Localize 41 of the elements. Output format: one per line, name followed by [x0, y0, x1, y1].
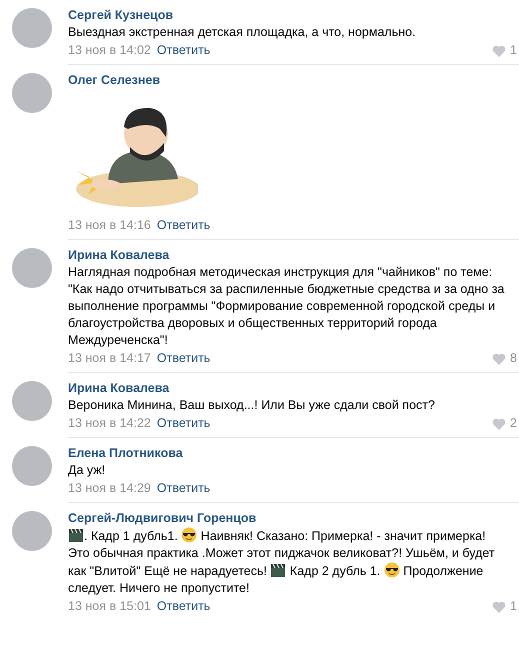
- like-count: 2: [510, 415, 517, 432]
- comment-text: Выездная экстренная детская площадка, а что, нормально.: [68, 24, 417, 41]
- author-name[interactable]: Елена Плотникова: [68, 445, 183, 462]
- avatar[interactable]: [12, 381, 52, 421]
- comment-date: 13 ноя в 14:29: [68, 480, 151, 497]
- reply-link[interactable]: Ответить: [156, 42, 210, 59]
- comment-date: 13 ноя в 15:01: [68, 598, 151, 615]
- author-name[interactable]: Сергей Кузнецов: [68, 7, 174, 24]
- reply-link[interactable]: Ответить: [156, 415, 210, 432]
- comment-date: 13 ноя в 14:17: [68, 350, 151, 367]
- author-name[interactable]: Ирина Ковалева: [68, 247, 170, 264]
- avatar[interactable]: [12, 73, 52, 113]
- reply-link[interactable]: Ответить: [156, 480, 210, 497]
- heart-icon[interactable]: [492, 418, 506, 430]
- like-count: 8: [510, 350, 517, 367]
- like-count: 1: [510, 598, 517, 615]
- sunglasses-emoji-icon: [384, 562, 400, 578]
- clapper-icon: [270, 562, 286, 578]
- author-name[interactable]: Ирина Ковалева: [68, 380, 170, 397]
- avatar[interactable]: [12, 446, 52, 486]
- comment-text: . Кадр 1 дубль1. Наивняк! Сказано: Примерка! - значит примерка! Это обычная практика .Может этот пиджачок великоват?! Ушьём, и будет как "Влитой" Ещё не нарадуетесь! Кадр 2 дубль 1. Продолжение следует. Ничего не пропустите!: [68, 527, 496, 597]
- comment-date: 13 ноя в 14:02: [68, 42, 151, 59]
- comment-text: Наглядная подробная методическая инструкция для "чайников" по теме: "Как надо отчитываться за распиленные бюджетные средства и за одно за выполнение программы "Формирование современной городской среды и благоустройства дворовых и общественных территорий города Междуреченска"!: [68, 264, 506, 349]
- reply-link[interactable]: Ответить: [156, 350, 210, 367]
- like-count: 1: [510, 42, 517, 59]
- comment-text: Да уж!: [68, 462, 106, 479]
- comment-date: 13 ноя в 14:22: [68, 415, 151, 432]
- avatar[interactable]: [12, 8, 52, 48]
- heart-icon[interactable]: [492, 600, 506, 612]
- heart-icon[interactable]: [492, 352, 506, 364]
- comment-text: Вероника Минина, Ваш выход...! Или Вы уже сдали свой пост?: [68, 397, 436, 414]
- sunglasses-emoji-icon: [181, 527, 198, 543]
- heart-icon[interactable]: [492, 44, 506, 56]
- clapper-icon: [68, 527, 84, 543]
- comment-date: 13 ноя в 14:16: [68, 217, 151, 234]
- reply-link[interactable]: Ответить: [156, 598, 210, 615]
- avatar[interactable]: [12, 248, 52, 288]
- reply-link[interactable]: Ответить: [156, 217, 210, 234]
- author-name[interactable]: Олег Селезнев: [68, 72, 160, 89]
- avatar[interactable]: [12, 511, 52, 551]
- author-name[interactable]: Сергей-Людвигович Горенцов: [68, 510, 256, 527]
